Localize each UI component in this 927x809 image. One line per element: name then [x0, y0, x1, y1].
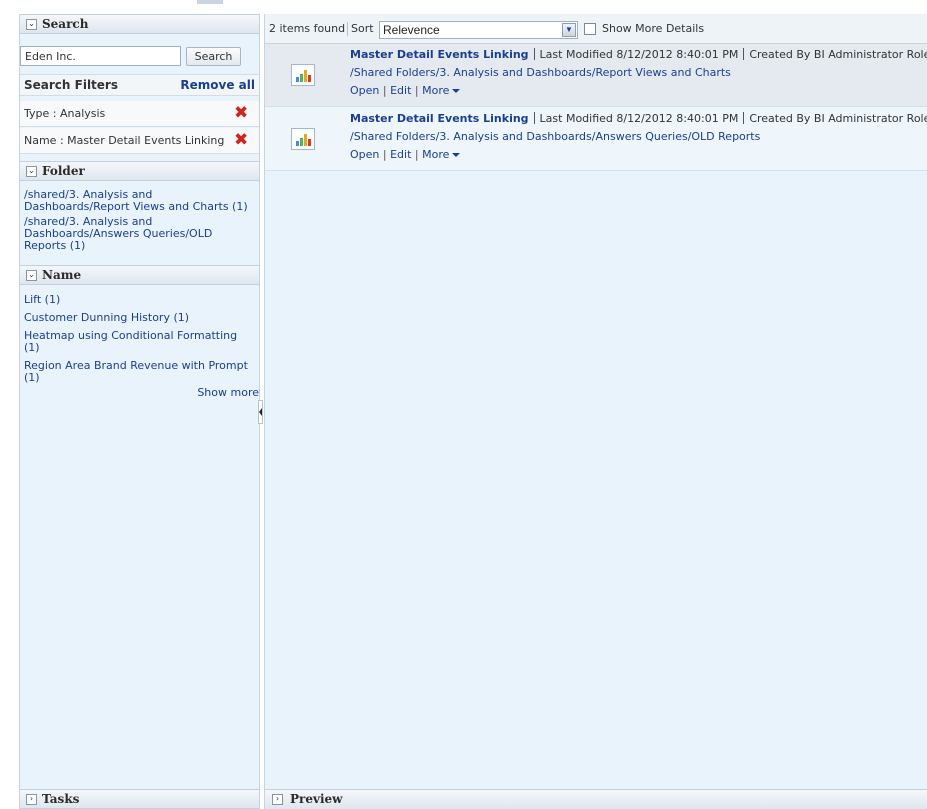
show-more-details-label: Show More Details	[602, 22, 705, 35]
analysis-report-icon	[291, 128, 315, 150]
remove-filter-icon[interactable]: ✖	[234, 105, 248, 122]
sort-select-value: Relevence	[383, 23, 440, 37]
folder-section-header[interactable]: ⌄ Folder	[20, 161, 259, 181]
results-count: 2 items found	[269, 22, 346, 35]
remove-all-link[interactable]: Remove all	[180, 75, 255, 96]
more-menu[interactable]: More	[422, 84, 461, 97]
expand-toggle-icon[interactable]: ›	[272, 794, 283, 805]
open-link[interactable]: Open	[350, 148, 379, 161]
preview-header-label: Preview	[290, 792, 343, 806]
name-section-header[interactable]: ⌄ Name	[20, 265, 259, 285]
sort-select[interactable]: Relevence ▼	[379, 21, 578, 39]
collapse-sidebar-handle[interactable]	[258, 400, 263, 424]
name-link[interactable]: Heatmap using Conditional Formatting (1)	[24, 330, 256, 354]
edit-link[interactable]: Edit	[390, 84, 411, 97]
search-filters-header: Search Filters Remove all	[20, 74, 259, 96]
folder-link[interactable]: /shared/3. Analysis and Dashboards/Answe…	[24, 216, 256, 252]
open-link[interactable]: Open	[350, 84, 379, 97]
result-actions: Open | Edit | More	[350, 84, 461, 97]
caret-down-icon	[452, 89, 461, 93]
result-created-by: Created By BI Administrator Role	[749, 112, 927, 125]
result-actions: Open | Edit | More	[350, 148, 461, 161]
name-link[interactable]: Region Area Brand Revenue with Prompt (1…	[24, 360, 256, 384]
result-title-line: Master Detail Events Linking Last Modifie…	[350, 48, 927, 61]
name-link[interactable]: Customer Dunning History (1)	[24, 312, 256, 324]
top-tab-marker	[197, 0, 223, 4]
more-menu[interactable]: More	[422, 148, 461, 161]
results-toolbar: 2 items found Sort Relevence ▼ Show More…	[265, 14, 927, 44]
toolbar-divider	[347, 22, 348, 36]
show-more-link[interactable]: Show more	[197, 386, 259, 399]
tasks-section-header[interactable]: › Tasks	[20, 789, 259, 809]
result-modified: Last Modified 8/12/2012 8:40:01 PM	[539, 48, 739, 61]
filter-label: Name : Master Detail Events Linking	[24, 134, 225, 147]
result-row[interactable]: Master Detail Events Linking Last Modifie…	[265, 108, 927, 171]
result-path-link[interactable]: /Shared Folders/3. Analysis and Dashboar…	[350, 130, 760, 143]
result-modified: Last Modified 8/12/2012 8:40:01 PM	[539, 112, 739, 125]
analysis-report-icon	[291, 64, 315, 86]
collapse-toggle-icon[interactable]: ⌄	[26, 19, 37, 30]
name-header-label: Name	[42, 268, 82, 282]
filter-row: Type : Analysis ✖	[20, 101, 259, 127]
tasks-header-label: Tasks	[42, 792, 80, 806]
result-row[interactable]: Master Detail Events Linking Last Modifie…	[265, 44, 927, 107]
remove-filter-icon[interactable]: ✖	[234, 132, 248, 149]
more-label: More	[422, 84, 450, 97]
search-section-header[interactable]: ⌄ Search	[20, 14, 259, 34]
edit-link[interactable]: Edit	[390, 148, 411, 161]
folder-header-label: Folder	[42, 164, 85, 178]
collapse-toggle-icon[interactable]: ⌄	[26, 166, 37, 177]
search-header-label: Search	[42, 17, 89, 31]
filter-label: Type : Analysis	[24, 107, 106, 120]
more-label: More	[422, 148, 450, 161]
top-strip	[0, 0, 927, 14]
preview-section-header[interactable]: › Preview	[265, 789, 927, 809]
search-button[interactable]: Search	[186, 47, 241, 66]
result-path-link[interactable]: /Shared Folders/3. Analysis and Dashboar…	[350, 66, 731, 79]
result-created-by: Created By BI Administrator Role	[749, 48, 927, 61]
result-title-link[interactable]: Master Detail Events Linking	[350, 112, 529, 125]
name-list: Lift (1) Customer Dunning History (1) He…	[24, 294, 256, 387]
results-panel: 2 items found Sort Relevence ▼ Show More…	[264, 14, 927, 809]
chevron-down-icon[interactable]: ▼	[562, 23, 576, 37]
folder-list: /shared/3. Analysis and Dashboards/Repor…	[24, 189, 256, 255]
result-title-line: Master Detail Events Linking Last Modifie…	[350, 112, 927, 125]
collapse-toggle-icon[interactable]: ⌄	[26, 270, 37, 281]
search-input[interactable]: Eden Inc.	[20, 46, 181, 66]
filter-row: Name : Master Detail Events Linking ✖	[20, 128, 259, 154]
folder-link[interactable]: /shared/3. Analysis and Dashboards/Repor…	[24, 189, 256, 213]
search-sidebar: ⌄ Search Eden Inc. Search Search Filters…	[19, 14, 260, 809]
show-more-details-checkbox[interactable]	[584, 23, 596, 35]
caret-down-icon	[452, 153, 461, 157]
name-link[interactable]: Lift (1)	[24, 294, 256, 306]
result-title-link[interactable]: Master Detail Events Linking	[350, 48, 529, 61]
expand-toggle-icon[interactable]: ›	[26, 794, 37, 805]
sort-label: Sort	[351, 22, 374, 35]
search-filters-title: Search Filters	[24, 78, 118, 92]
